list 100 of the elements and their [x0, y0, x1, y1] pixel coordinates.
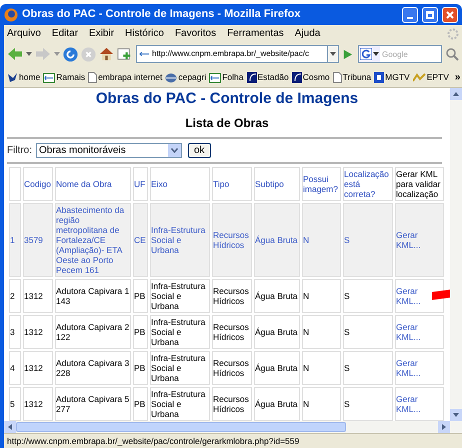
- table-cell: 2: [9, 279, 21, 313]
- column-header[interactable]: Tipo: [212, 167, 252, 201]
- down-arrow-icon: [453, 413, 459, 417]
- bookmark-item[interactable]: MGTV: [374, 71, 410, 84]
- kml-link[interactable]: Gerar KML...: [395, 351, 444, 385]
- table-cell: S: [343, 387, 393, 421]
- globe-icon: [165, 72, 178, 82]
- menu-item[interactable]: Histórico: [125, 26, 164, 41]
- table-cell: N: [302, 279, 341, 313]
- dropdown-caret-icon: [26, 52, 32, 56]
- table-cell: Água Bruta: [254, 387, 300, 421]
- scrollbar-thumb[interactable]: [16, 422, 346, 432]
- table-cell: Infra-Estrutura Social e Urbana: [150, 315, 210, 349]
- column-header[interactable]: Eixo: [150, 167, 210, 201]
- table-cell: PB: [133, 387, 148, 421]
- table-cell: Adutora Capivara 5 277: [55, 387, 131, 421]
- window-title: Obras do PAC - Controle de Imagens - Mozilla Firefox: [22, 7, 302, 22]
- table-cell: 3579: [23, 203, 53, 277]
- table-cell: S: [343, 351, 393, 385]
- table-cell: Adutora Capivara 3 228: [55, 351, 131, 385]
- ok-button[interactable]: ok: [188, 143, 211, 158]
- bookmark-item[interactable]: embrapa internet: [88, 71, 162, 84]
- page-subtitle: Lista de Obras: [184, 116, 270, 131]
- filter-select[interactable]: Obras monitoráveis: [36, 143, 182, 158]
- table-cell: Recursos Hídricos: [212, 315, 252, 349]
- table-cell: 1312: [23, 351, 53, 385]
- column-header[interactable]: Nome da Obra: [55, 167, 131, 201]
- dropdown-caret-icon: [330, 52, 336, 56]
- address-dropdown-button[interactable]: [327, 45, 339, 63]
- column-header[interactable]: Possui imagem?: [302, 167, 341, 201]
- back-arrow-icon[interactable]: [7, 47, 23, 61]
- status-text: http://www.cnpm.embrapa.br/_website/pac/controle/gerarkmlobra.php?id=559: [7, 434, 300, 448]
- bookmark-item[interactable]: EPTV: [412, 71, 449, 84]
- bookmark-item[interactable]: Ramais: [43, 71, 86, 84]
- column-header[interactable]: Subtipo: [254, 167, 300, 201]
- table-cell: Abastecimento da região metropolitana de Fortaleza/CE (Ampliação)- ETA Oeste ao Porto Pecem 161: [55, 203, 131, 277]
- minimize-button[interactable]: [402, 6, 418, 22]
- table-cell: Água Bruta: [254, 315, 300, 349]
- column-header[interactable]: UF: [133, 167, 148, 201]
- column-header[interactable]: Codigo: [23, 167, 53, 201]
- table-cell: PB: [133, 351, 148, 385]
- vertical-scrollbar[interactable]: [450, 88, 462, 421]
- table-cell: N: [302, 315, 341, 349]
- table-cell: PB: [133, 315, 148, 349]
- table-cell: S: [343, 315, 393, 349]
- bookmark-item[interactable]: Cosmo: [292, 71, 330, 84]
- table-cell: 4: [9, 351, 21, 385]
- more-bookmarks-chevron[interactable]: »: [454, 70, 460, 85]
- filter-label: Filtro:: [7, 144, 32, 158]
- menu-item[interactable]: Editar: [52, 26, 78, 41]
- menu-item[interactable]: Arquivo: [7, 26, 41, 41]
- scroll-right-button[interactable]: [438, 421, 450, 433]
- address-field[interactable]: http://www.cnpm.embrapa.br/_website/pac/c: [136, 45, 328, 63]
- table-cell: Infra-Estrutura Social e Urbana: [150, 387, 210, 421]
- kml-link[interactable]: Gerar KML...: [395, 203, 444, 277]
- bookmark-page-icon[interactable]: [117, 47, 132, 61]
- menu-item[interactable]: Exibir: [89, 26, 114, 41]
- page-icon: [332, 72, 342, 83]
- home-icon[interactable]: [99, 47, 114, 61]
- bookmark-item[interactable]: Tribuna: [332, 71, 372, 84]
- table-cell: N: [302, 203, 341, 277]
- horizontal-scrollbar[interactable]: [4, 421, 462, 433]
- go-arrow-icon[interactable]: [342, 48, 353, 60]
- reload-icon[interactable]: [63, 46, 78, 62]
- bookmark-item[interactable]: home: [7, 71, 40, 84]
- kml-link[interactable]: Gerar KML...: [395, 315, 444, 349]
- bookmark-item[interactable]: cepagri: [165, 71, 206, 84]
- table-cell: Água Bruta: [254, 351, 300, 385]
- badge-icon: [374, 72, 384, 83]
- throbber-icon: [447, 28, 459, 40]
- scroll-up-button[interactable]: [450, 88, 462, 100]
- table-cell: Recursos Hídricos: [212, 387, 252, 421]
- bookmark-item[interactable]: Estadão: [246, 71, 289, 84]
- menu-item[interactable]: Favoritos: [174, 26, 216, 41]
- table-cell: Água Bruta: [254, 279, 300, 313]
- browser-logo-icon: [4, 8, 18, 22]
- table-cell: Infra-Estrutura Social e Urbana: [150, 203, 210, 277]
- column-header[interactable]: Localização está correta?: [343, 167, 393, 201]
- scroll-down-button[interactable]: [450, 409, 462, 421]
- page-icon: [88, 72, 98, 83]
- menu-item[interactable]: Ferramentas: [227, 26, 284, 41]
- table-cell: 1312: [23, 279, 53, 313]
- table-cell: CE: [133, 203, 148, 277]
- table-cell: N: [302, 387, 341, 421]
- dropdown-caret-icon: [54, 52, 60, 56]
- page-title: Obras do PAC - Controle de Imagens: [94, 90, 360, 108]
- kml-link[interactable]: Gerar KML...: [395, 279, 444, 313]
- wave-icon: [412, 73, 426, 82]
- search-icon[interactable]: [445, 47, 459, 61]
- bookmark-item[interactable]: Folha: [209, 71, 244, 84]
- table-cell: Recursos Hídricos: [212, 351, 252, 385]
- left-arrow-icon: [8, 424, 12, 430]
- table-cell: Recursos Hídricos: [212, 279, 252, 313]
- menu-item[interactable]: Ajuda: [294, 26, 320, 41]
- table-cell: 1312: [23, 387, 53, 421]
- scroll-left-button[interactable]: [4, 421, 16, 433]
- maximize-button[interactable]: [422, 6, 438, 22]
- table-cell: 1312: [23, 315, 53, 349]
- kml-link[interactable]: Gerar KML...: [395, 387, 444, 421]
- close-button[interactable]: [442, 6, 458, 22]
